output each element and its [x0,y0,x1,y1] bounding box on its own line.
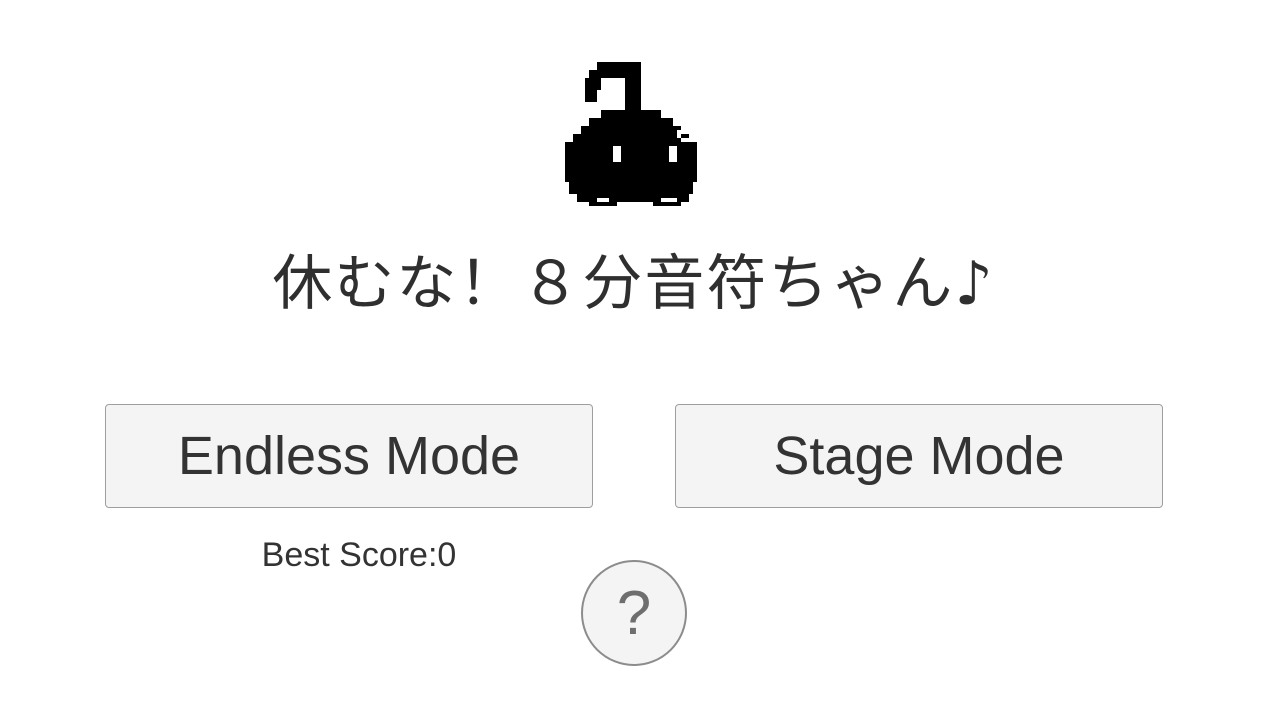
best-score-label: Best Score:0 [261,536,457,574]
help-button[interactable]: ? [581,560,687,666]
game-title: 休むな！８分音符ちゃん♪ [272,249,995,319]
endless-mode-button[interactable]: Endless Mode [105,404,593,508]
stage-mode-button[interactable]: Stage Mode [675,404,1163,508]
title-screen: 休むな！８分音符ちゃん♪ Endless Mode Stage Mode Bes… [0,0,1267,711]
eighth-note-character-icon [565,62,697,206]
question-mark-icon: ? [616,579,652,648]
